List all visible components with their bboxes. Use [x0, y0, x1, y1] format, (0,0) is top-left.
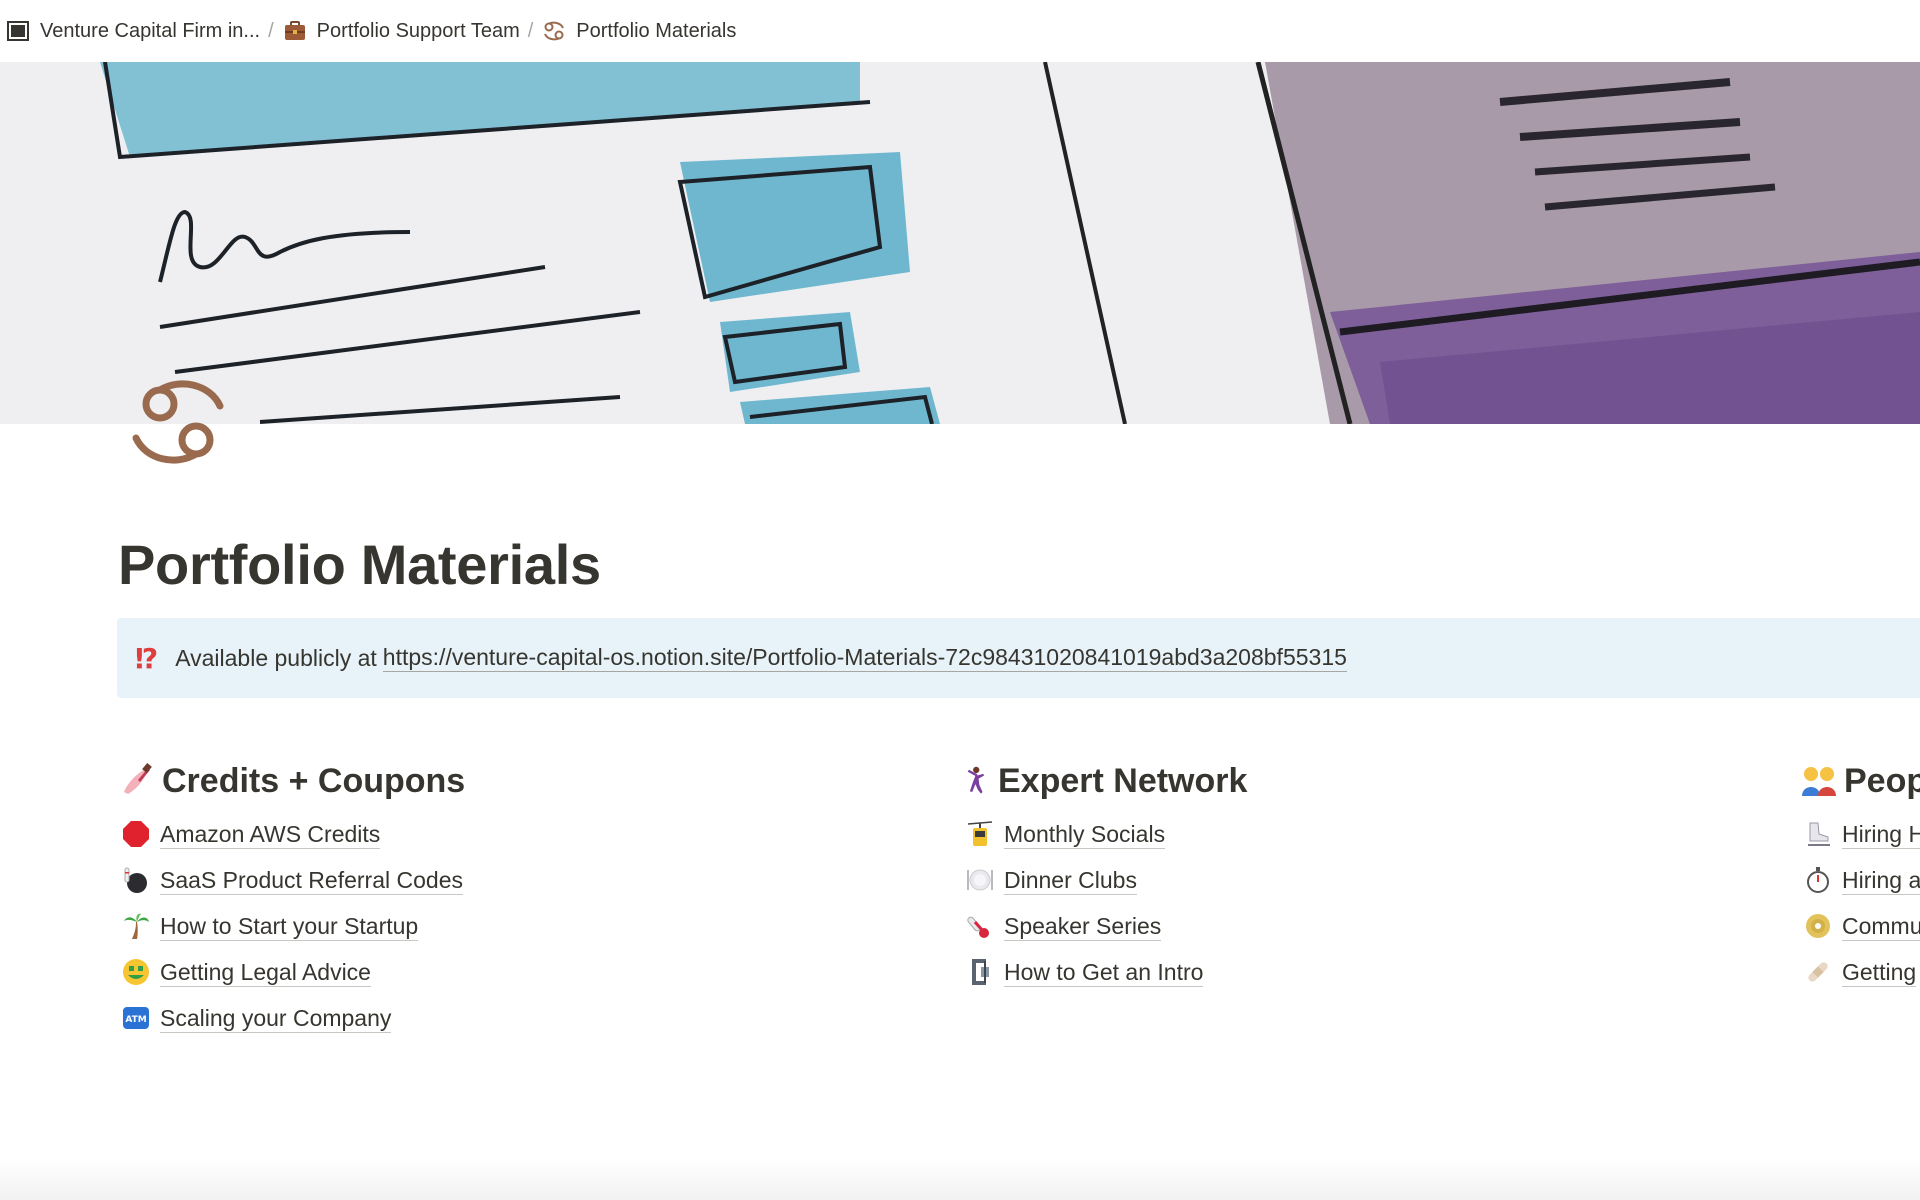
page-link-start-your-startup[interactable]: How to Start your Startup — [118, 903, 465, 949]
stopwatch-icon — [1807, 867, 1829, 893]
column-credits-coupons: Credits + Coupons Amazon AWS Credits Saa… — [118, 755, 465, 1041]
people-icon — [1802, 767, 1836, 796]
page-link-hiring-1[interactable]: Hiring H — [1800, 811, 1920, 857]
cancer-sign-icon — [544, 21, 565, 41]
page-link-scaling-your-company[interactable]: ATM Scaling your Company — [118, 995, 465, 1041]
aerial-tramway-icon — [967, 821, 993, 846]
page-link-amazon-aws-credits[interactable]: Amazon AWS Credits — [118, 811, 465, 857]
bandage-icon — [1808, 962, 1828, 982]
page-link-monthly-socials[interactable]: Monthly Socials — [962, 811, 1247, 857]
heading-people: Peop — [1800, 755, 1920, 807]
breadcrumb-item-workspace[interactable]: Venture Capital Firm in... — [2, 13, 264, 49]
page-cover-image — [0, 62, 1920, 424]
page-link-getting[interactable]: Getting — [1800, 949, 1920, 995]
dvd-icon — [1806, 914, 1830, 938]
page-link-community[interactable]: Commu — [1800, 903, 1920, 949]
cancer-sign-icon[interactable] — [128, 372, 228, 472]
dancing-person-icon — [967, 766, 985, 794]
window-icon — [7, 21, 29, 41]
bottom-fade — [0, 1160, 1920, 1200]
breadcrumb-label: Portfolio Materials — [576, 19, 737, 42]
briefcase-icon — [284, 21, 305, 40]
exclamation-question-mark-icon: ⁉ — [135, 642, 158, 674]
plate-with-cutlery-icon — [967, 869, 993, 891]
column-expert-network: Expert Network Monthly Socials Dinner Cl… — [962, 755, 1247, 995]
breadcrumb-separator: / — [268, 19, 274, 42]
page-link-dinner-clubs[interactable]: Dinner Clubs — [962, 857, 1247, 903]
breadcrumb: Venture Capital Firm in... / Portfolio S… — [0, 0, 1920, 62]
page-link-speaker-series[interactable]: Speaker Series — [962, 903, 1247, 949]
heading-text: Peop — [1844, 761, 1920, 800]
page-link-how-to-get-intro[interactable]: How to Get an Intro — [962, 949, 1247, 995]
callout-block: ⁉ Available publicly at https://venture-… — [117, 618, 1920, 698]
public-link[interactable]: https://venture-capital-os.notion.site/P… — [382, 644, 1347, 672]
heading-text: Expert Network — [998, 761, 1248, 800]
thermometer-icon — [967, 916, 989, 938]
callout-text: Available publicly at — [175, 644, 377, 671]
palm-tree-icon — [124, 913, 149, 939]
nail-polish-icon — [124, 763, 152, 794]
atm-sign-icon: ATM — [123, 1007, 149, 1029]
breadcrumb-item-team[interactable]: Portfolio Support Team — [279, 13, 524, 49]
clamp-icon — [972, 959, 989, 985]
heading-text: Credits + Coupons — [162, 761, 466, 800]
page-link-saas-referral-codes[interactable]: SaaS Product Referral Codes — [118, 857, 465, 903]
breadcrumb-label: Portfolio Support Team — [316, 19, 520, 42]
column-people: Peop Hiring H Hiring a Commu Getting — [1800, 755, 1920, 995]
bowling-icon — [124, 867, 147, 893]
money-mouth-face-icon — [123, 959, 149, 985]
breadcrumb-item-current[interactable]: Portfolio Materials — [538, 13, 740, 49]
stop-sign-icon — [123, 821, 149, 847]
heading-expert-network: Expert Network — [962, 755, 1247, 807]
svg-text:ATM: ATM — [125, 1015, 146, 1025]
page-link-getting-legal-advice[interactable]: Getting Legal Advice — [118, 949, 465, 995]
page-link-hiring-2[interactable]: Hiring a — [1800, 857, 1920, 903]
ice-skate-icon — [1808, 822, 1830, 846]
breadcrumb-label: Venture Capital Firm in... — [40, 19, 261, 42]
page-title[interactable]: Portfolio Materials — [118, 532, 601, 597]
heading-credits-coupons: Credits + Coupons — [118, 755, 465, 807]
breadcrumb-separator: / — [527, 19, 534, 42]
